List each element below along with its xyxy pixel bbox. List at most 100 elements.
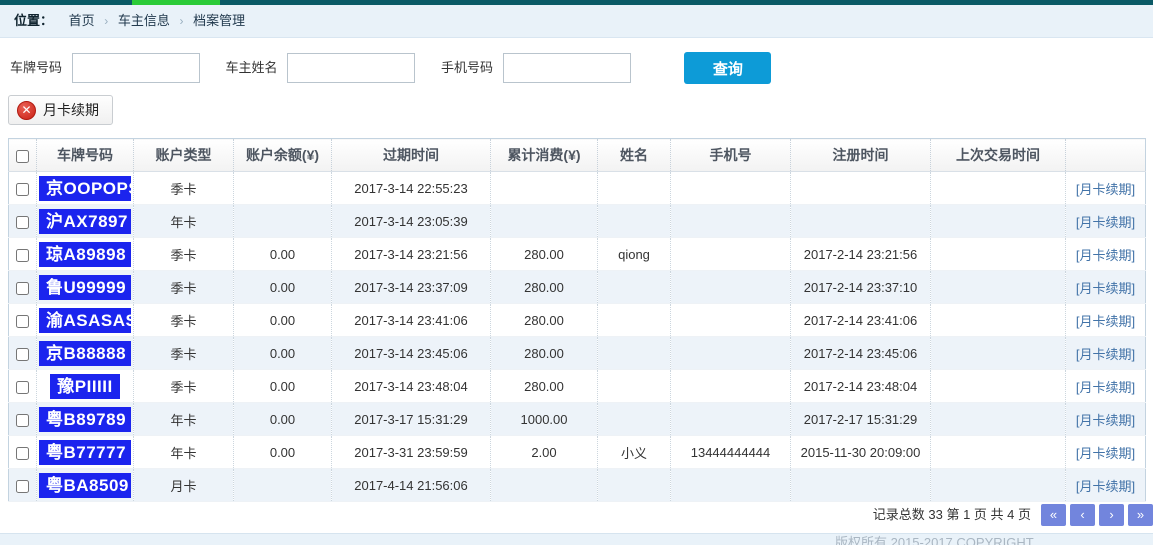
- table-cell: [931, 205, 1066, 238]
- table-cell: [671, 403, 791, 436]
- table-cell: [791, 172, 931, 205]
- table-cell: [791, 469, 931, 502]
- row-checkbox-cell: [9, 172, 37, 205]
- table-cell: 季卡: [134, 271, 234, 304]
- active-tab-indicator: [132, 0, 220, 5]
- action-cell: [月卡续期]: [1066, 304, 1146, 337]
- next-page-button[interactable]: ›: [1099, 504, 1124, 526]
- plate-cell: 京B88888: [37, 337, 134, 370]
- table-cell: [931, 370, 1066, 403]
- renew-link[interactable]: [月卡续期]: [1076, 182, 1135, 197]
- copyright-text: 版权所有 2015-2017 COPYRIGHT: [835, 535, 1153, 545]
- renew-link[interactable]: [月卡续期]: [1076, 281, 1135, 296]
- table-cell: [598, 304, 671, 337]
- select-all-checkbox[interactable]: [16, 150, 29, 163]
- renew-link[interactable]: [月卡续期]: [1076, 248, 1135, 263]
- row-checkbox[interactable]: [16, 348, 29, 361]
- plate-cell: 京OOPOPS: [37, 172, 134, 205]
- renew-link[interactable]: [月卡续期]: [1076, 446, 1135, 461]
- monthly-card-renew-button[interactable]: ✕ 月卡续期: [8, 95, 113, 125]
- table-cell: [598, 337, 671, 370]
- table-cell: 280.00: [491, 370, 598, 403]
- row-checkbox-cell: [9, 205, 37, 238]
- phone-number-input[interactable]: [503, 53, 631, 83]
- plate-cell: 粤B89789: [37, 403, 134, 436]
- table-cell: 0.00: [234, 238, 332, 271]
- table-cell: 小义: [598, 436, 671, 469]
- row-checkbox[interactable]: [16, 183, 29, 196]
- renew-link[interactable]: [月卡续期]: [1076, 215, 1135, 230]
- table-cell: 季卡: [134, 172, 234, 205]
- table-cell: [671, 205, 791, 238]
- table-cell: 280.00: [491, 337, 598, 370]
- plate-badge: 鲁U99999: [39, 275, 131, 300]
- plate-number-label: 车牌号码: [10, 60, 62, 75]
- table-row: 琼A89898季卡0.002017-3-14 23:21:56280.00qio…: [9, 238, 1146, 271]
- first-page-button[interactable]: «: [1041, 504, 1066, 526]
- prev-page-button[interactable]: ‹: [1070, 504, 1095, 526]
- table-cell: 0.00: [234, 304, 332, 337]
- row-checkbox-cell: [9, 370, 37, 403]
- breadcrumb-item-home[interactable]: 首页: [69, 13, 95, 28]
- row-checkbox[interactable]: [16, 216, 29, 229]
- renew-link[interactable]: [月卡续期]: [1076, 380, 1135, 395]
- plate-badge: 京OOPOPS: [39, 176, 131, 201]
- table-cell: [671, 172, 791, 205]
- table-cell: [931, 271, 1066, 304]
- row-checkbox[interactable]: [16, 282, 29, 295]
- column-header: 手机号: [671, 139, 791, 172]
- last-page-button[interactable]: »: [1128, 504, 1153, 526]
- row-checkbox[interactable]: [16, 315, 29, 328]
- table-cell: 2017-2-14 23:41:06: [791, 304, 931, 337]
- row-checkbox[interactable]: [16, 480, 29, 493]
- plate-cell: 渝ASASAS: [37, 304, 134, 337]
- row-checkbox-cell: [9, 469, 37, 502]
- table-cell: 0.00: [234, 403, 332, 436]
- table-cell: [671, 238, 791, 271]
- column-header: 注册时间: [791, 139, 931, 172]
- table-cell: [791, 205, 931, 238]
- table-body: 京OOPOPS季卡2017-3-14 22:55:23[月卡续期]沪AX7897…: [9, 172, 1146, 502]
- plate-badge: 粤B89789: [39, 407, 131, 432]
- table-cell: 2017-3-14 22:55:23: [332, 172, 491, 205]
- table-cell: [931, 403, 1066, 436]
- plate-badge: 粤B77777: [39, 440, 131, 465]
- row-checkbox[interactable]: [16, 414, 29, 427]
- owner-name-input[interactable]: [287, 53, 415, 83]
- renew-link[interactable]: [月卡续期]: [1076, 413, 1135, 428]
- query-button[interactable]: 查询: [684, 52, 771, 84]
- row-checkbox[interactable]: [16, 447, 29, 460]
- table-cell: 0.00: [234, 436, 332, 469]
- action-cell: [月卡续期]: [1066, 205, 1146, 238]
- plate-badge: 渝ASASAS: [39, 308, 131, 333]
- table-cell: [234, 469, 332, 502]
- table-cell: [931, 304, 1066, 337]
- renew-link[interactable]: [月卡续期]: [1076, 314, 1135, 329]
- column-header: 车牌号码: [37, 139, 134, 172]
- breadcrumb-item-archive: 档案管理: [193, 13, 245, 28]
- plate-number-input[interactable]: [72, 53, 200, 83]
- table-row: 粤BA8509月卡2017-4-14 21:56:06[月卡续期]: [9, 469, 1146, 502]
- table-row: 粤B77777年卡0.002017-3-31 23:59:592.00小义134…: [9, 436, 1146, 469]
- row-checkbox[interactable]: [16, 381, 29, 394]
- row-checkbox-cell: [9, 436, 37, 469]
- table-cell: [671, 469, 791, 502]
- action-cell: [月卡续期]: [1066, 238, 1146, 271]
- table-cell: [931, 238, 1066, 271]
- red-x-circle-icon: ✕: [17, 101, 36, 120]
- renew-link[interactable]: [月卡续期]: [1076, 347, 1135, 362]
- row-checkbox[interactable]: [16, 249, 29, 262]
- table-cell: 年卡: [134, 436, 234, 469]
- breadcrumb-item-owner-info[interactable]: 车主信息: [118, 13, 170, 28]
- renew-link[interactable]: [月卡续期]: [1076, 479, 1135, 494]
- table-cell: 2017-2-14 23:21:56: [791, 238, 931, 271]
- table-cell: 季卡: [134, 304, 234, 337]
- action-cell: [月卡续期]: [1066, 172, 1146, 205]
- chevron-right-icon: ›: [180, 14, 184, 28]
- action-cell: [月卡续期]: [1066, 271, 1146, 304]
- table-cell: 2017-3-14 23:37:09: [332, 271, 491, 304]
- top-nav-bar: [0, 0, 1153, 5]
- table-row: 京OOPOPS季卡 2017-3-14 22:55:23 [月卡续期]: [9, 172, 1146, 205]
- table-row: 粤B89789年卡0.002017-3-17 15:31:291000.0020…: [9, 403, 1146, 436]
- table-cell: 2017-2-14 23:48:04: [791, 370, 931, 403]
